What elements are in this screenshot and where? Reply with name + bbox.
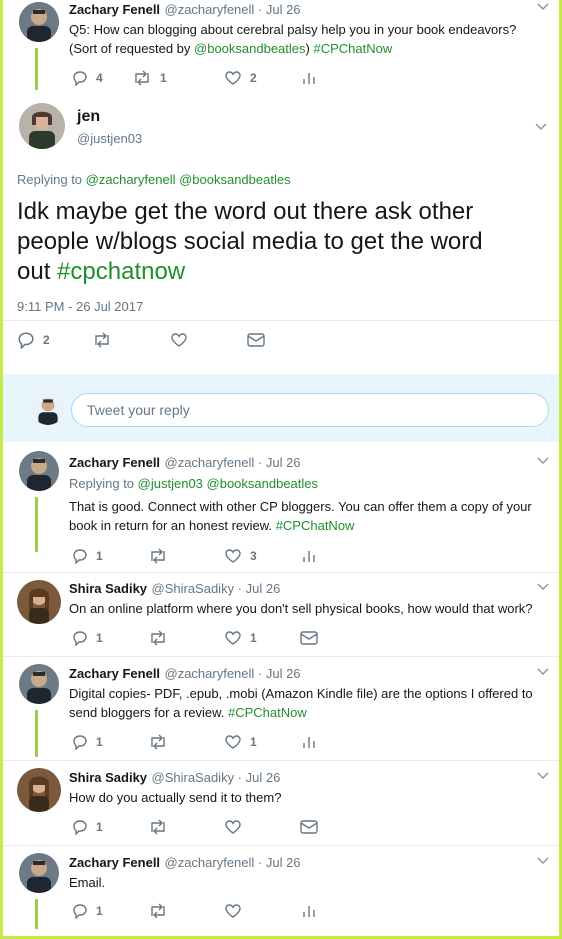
chevron-down-icon[interactable]: [537, 668, 549, 676]
divider: [3, 320, 559, 321]
author-name[interactable]: Shira Sadiky: [69, 770, 147, 785]
reply-button[interactable]: 2: [17, 331, 50, 349]
chevron-down-icon[interactable]: [537, 772, 549, 780]
author-name[interactable]: Zachary Fenell: [69, 666, 160, 681]
reply-button[interactable]: 1: [72, 819, 103, 835]
replying-to: Replying to @zacharyfenell @booksandbeat…: [17, 172, 291, 187]
avatar[interactable]: [19, 853, 59, 893]
replying-to: Replying to @justjen03 @booksandbeatles: [69, 476, 319, 491]
avatar[interactable]: [19, 103, 65, 149]
avatar[interactable]: [17, 768, 61, 812]
hashtag-link[interactable]: #CPChatNow: [276, 518, 355, 533]
retweet-button[interactable]: 1: [132, 70, 167, 86]
author-handle[interactable]: @zacharyfenell · Jul 26: [165, 2, 301, 17]
chevron-down-icon[interactable]: [537, 583, 549, 591]
heart-icon: [225, 549, 241, 563]
analytics-icon[interactable]: [302, 71, 316, 85]
retweet-icon[interactable]: [148, 548, 168, 564]
thread-line: [35, 497, 38, 552]
chevron-down-icon[interactable]: [535, 123, 547, 131]
heart-icon[interactable]: [224, 903, 242, 919]
analytics-icon[interactable]: [302, 549, 316, 563]
analytics-icon[interactable]: [302, 735, 316, 749]
reply-button[interactable]: 4: [72, 70, 103, 86]
reply-button[interactable]: 1: [72, 734, 103, 750]
analytics-icon[interactable]: [302, 904, 316, 918]
author-name[interactable]: Zachary Fenell: [69, 455, 160, 470]
avatar[interactable]: [19, 451, 59, 491]
tweet-text: Digital copies- PDF, .epub, .mobi (Amazo…: [69, 686, 533, 720]
message-icon[interactable]: [300, 631, 318, 645]
hashtag-link[interactable]: #cpchatnow: [57, 258, 185, 285]
heart-icon: [225, 71, 241, 85]
like-button[interactable]: 1: [224, 734, 257, 750]
author-name[interactable]: jen: [77, 108, 100, 126]
author-name[interactable]: Shira Sadiky: [69, 581, 147, 596]
tweet-text: That is good. Connect with other CP blog…: [69, 499, 532, 533]
author-handle[interactable]: @ShiraSadiky · Jul 26: [152, 770, 281, 785]
mention-link[interactable]: @booksandbeatles: [194, 41, 306, 56]
tweet-text: Q5: How can blogging about cerebral pals…: [69, 22, 517, 56]
thread-line: [35, 899, 38, 929]
tweet-text: On an online platform where you don't se…: [69, 601, 533, 616]
avatar[interactable]: [19, 2, 59, 42]
divider: [3, 760, 559, 761]
timestamp[interactable]: 9:11 PM - 26 Jul 2017: [17, 299, 143, 314]
divider: [3, 572, 559, 573]
author-name[interactable]: Zachary Fenell: [69, 855, 160, 870]
author-handle[interactable]: @ShiraSadiky · Jul 26: [152, 581, 281, 596]
retweet-icon: [135, 70, 149, 86]
reply-icon: [73, 631, 87, 646]
retweet-icon[interactable]: [92, 331, 112, 349]
avatar[interactable]: [19, 664, 59, 704]
reply-icon: [73, 904, 87, 919]
avatar: [32, 393, 64, 425]
retweet-icon[interactable]: [148, 903, 168, 919]
like-button[interactable]: 2: [224, 70, 257, 86]
chevron-down-icon[interactable]: [537, 857, 549, 865]
divider: [3, 845, 559, 846]
author-handle[interactable]: @zacharyfenell · Jul 26: [165, 855, 301, 870]
author-handle[interactable]: @zacharyfenell · Jul 26: [165, 455, 301, 470]
reply-icon: [73, 71, 87, 86]
hashtag-link[interactable]: #CPChatNow: [228, 705, 307, 720]
retweet-icon[interactable]: [148, 819, 168, 835]
reply-icon: [18, 332, 34, 349]
message-icon[interactable]: [247, 333, 265, 347]
reply-icon: [73, 549, 87, 564]
reply-input[interactable]: Tweet your reply: [71, 393, 549, 427]
main-tweet-text: Idk maybe get the word out there ask oth…: [17, 198, 483, 285]
heart-icon[interactable]: [224, 819, 242, 835]
reply-button[interactable]: 1: [72, 903, 103, 919]
retweet-icon[interactable]: [148, 734, 168, 750]
like-button[interactable]: 3: [224, 548, 257, 564]
avatar[interactable]: [17, 580, 61, 624]
reply-button[interactable]: 1: [72, 548, 103, 564]
divider: [3, 656, 559, 657]
heart-icon[interactable]: [170, 331, 188, 349]
mention-link[interactable]: @zacharyfenell @booksandbeatles: [86, 172, 291, 187]
mention-link[interactable]: @justjen03 @booksandbeatles: [138, 476, 318, 491]
heart-icon: [225, 735, 241, 749]
tweet-text: Email.: [69, 875, 106, 890]
reply-button[interactable]: 1: [72, 630, 103, 646]
thread-line: [35, 48, 38, 90]
hashtag-link[interactable]: #CPChatNow: [313, 41, 392, 56]
author-handle[interactable]: @zacharyfenell · Jul 26: [165, 666, 301, 681]
message-icon[interactable]: [300, 820, 318, 834]
reply-icon: [73, 820, 87, 835]
tweet-text: How do you actually send it to them?: [69, 790, 282, 805]
retweet-icon[interactable]: [148, 630, 168, 646]
heart-icon: [225, 631, 241, 645]
reply-icon: [73, 735, 87, 750]
like-button[interactable]: 1: [224, 630, 257, 646]
chevron-down-icon[interactable]: [537, 3, 549, 11]
chevron-down-icon[interactable]: [537, 457, 549, 465]
thread-line: [35, 710, 38, 757]
author-handle[interactable]: @justjen03: [77, 131, 142, 146]
author-name[interactable]: Zachary Fenell: [69, 2, 160, 17]
